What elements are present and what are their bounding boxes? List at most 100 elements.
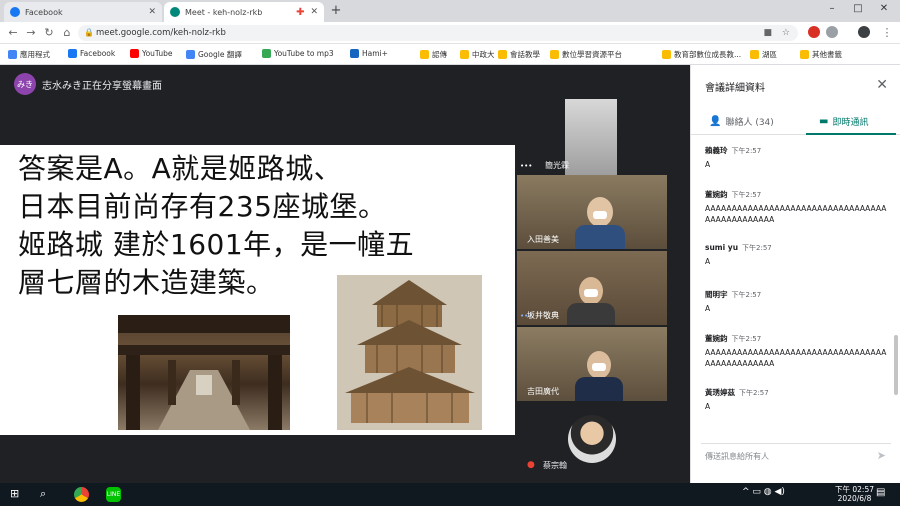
new-tab-button[interactable]: + xyxy=(328,3,344,19)
message-time: 下午2:57 xyxy=(742,244,772,252)
bookmark-item[interactable]: 會話教學 xyxy=(498,49,540,60)
back-icon[interactable]: ← xyxy=(6,26,20,39)
bookmark-label: 其他書籤 xyxy=(812,50,842,59)
message-time: 下午2:57 xyxy=(731,335,762,343)
message-text: AAAAAAAAAAAAAAAAAAAAAAAAAAAAAAAAAAAAAAAA… xyxy=(705,204,887,224)
sender-name: 董婉鈞 xyxy=(705,190,728,199)
minimize-button[interactable]: – xyxy=(822,3,842,14)
extension-icon[interactable] xyxy=(808,26,820,38)
tab-title: Meet - keh-nolz-rkb xyxy=(185,7,263,17)
bookmark-item[interactable]: Hami+ xyxy=(350,49,388,58)
bookmark-item[interactable]: YouTube xyxy=(130,49,173,58)
chat-message: 董婉鈞 下午2:57 AAAAAAAAAAAAAAAAAAAAAAAAAAAAAAA… xyxy=(705,189,890,225)
presenter-banner: みき 志水みき正在分享螢幕畫面 xyxy=(14,73,162,95)
url-text: meet.google.com/keh-nolz-rkb xyxy=(96,28,226,38)
sender: 賴義玲 下午2:57 xyxy=(705,145,890,156)
tab-chat[interactable]: ▬ 即時通訊 xyxy=(819,115,868,128)
bookmark-star-icon[interactable]: ☆ xyxy=(782,25,790,41)
line-app-icon[interactable]: LINE xyxy=(106,487,121,502)
divider xyxy=(701,443,891,444)
lock-icon: 🔒 xyxy=(84,28,94,37)
avatar: みき xyxy=(14,73,36,95)
participant-tile[interactable]: 入田善美 xyxy=(517,175,667,249)
facebook-icon xyxy=(10,7,20,17)
more-icon[interactable]: ••• xyxy=(520,162,532,170)
chat-message: 閻明宇 下午2:57 A xyxy=(705,289,890,314)
address-bar[interactable]: 🔒 meet.google.com/keh-nolz-rkb ■ ☆ xyxy=(78,25,798,41)
close-tab-icon[interactable]: ✕ xyxy=(310,7,318,17)
slide-line: 答案是A。A就是姬路城、 xyxy=(18,152,343,185)
close-window-button[interactable]: ✕ xyxy=(874,3,894,14)
scrollbar[interactable] xyxy=(894,335,898,395)
clock[interactable]: 下午 02:57 2020/6/8 xyxy=(835,485,874,503)
avatar[interactable] xyxy=(858,26,870,38)
bookmark-item[interactable]: 其他書籤 xyxy=(800,49,842,60)
bookmark-item[interactable]: 湖區 xyxy=(750,49,777,60)
bookmark-item[interactable]: Google 翻譯 xyxy=(186,49,242,60)
tray-icons[interactable]: ^ ▭ ◍ ◀) xyxy=(742,487,785,497)
clock-time: 下午 02:57 xyxy=(835,485,874,494)
participant-tile[interactable]: ••• 坂井敬典 xyxy=(517,251,667,325)
self-name: 蔡宗翰 xyxy=(543,461,567,470)
bookmark-item[interactable]: 教育部數位成長教... xyxy=(662,49,741,60)
bookmark-icon xyxy=(420,50,429,59)
send-icon[interactable]: ➤ xyxy=(877,449,886,462)
bookmark-item[interactable]: 數位學習資源平台 xyxy=(550,49,622,60)
bookmark-item[interactable]: 中政大 xyxy=(460,49,495,60)
sender-name: 賴義玲 xyxy=(705,146,728,155)
extension-icon[interactable] xyxy=(826,26,838,38)
bookmark-label: Hami+ xyxy=(362,49,388,58)
bookmark-icon xyxy=(662,50,671,59)
chat-icon: ▬ xyxy=(819,116,829,127)
bookmark-label: 中政大 xyxy=(472,50,495,59)
tab-meet[interactable]: Meet - keh-nolz-rkb ✚ ✕ xyxy=(164,2,324,22)
tab-facebook[interactable]: Facebook ✕ xyxy=(4,2,162,22)
participant-tile[interactable]: ••• 簡光霖 xyxy=(517,99,667,175)
castle-interior-photo xyxy=(118,315,290,430)
bookmark-icon xyxy=(750,50,759,59)
sender: 董婉鈞 下午2:57 xyxy=(705,189,890,200)
home-icon[interactable]: ⌂ xyxy=(60,26,74,39)
bookmark-label: 應用程式 xyxy=(20,50,50,59)
bookmark-item[interactable]: 應用程式 xyxy=(8,49,50,60)
message-time: 下午2:57 xyxy=(731,191,762,199)
bookmark-icon xyxy=(8,50,17,59)
search-icon[interactable]: ⌕ xyxy=(40,487,46,501)
bookmark-item[interactable]: 認傳 xyxy=(420,49,447,60)
chat-message: 黃琇婷茲 下午2:57 A xyxy=(705,387,890,412)
menu-icon[interactable]: ⋮ xyxy=(880,26,894,39)
bookmark-label: Facebook xyxy=(80,49,116,58)
bookmark-item[interactable]: YouTube to mp3 xyxy=(262,49,334,58)
sender: 董婉鈞 下午2:57 xyxy=(705,333,890,344)
bookmark-label: YouTube xyxy=(142,49,173,58)
windows-start-icon[interactable]: ⊞ xyxy=(10,487,19,500)
tab-people[interactable]: 👤 聯絡人 (34) xyxy=(709,115,774,128)
recording-icon: ✚ xyxy=(296,6,305,18)
bookmark-icon xyxy=(460,50,469,59)
bookmark-icon xyxy=(350,49,359,58)
sender-name: 董婉鈞 xyxy=(705,334,728,343)
close-tab-icon[interactable]: ✕ xyxy=(148,7,156,17)
message-text: A xyxy=(705,304,711,313)
maximize-button[interactable]: □ xyxy=(848,3,868,14)
bookmark-item[interactable]: Facebook xyxy=(68,49,115,58)
sender-name: 閻明宇 xyxy=(705,290,728,299)
tab-strip: Facebook ✕ Meet - keh-nolz-rkb ✚ ✕ + – □… xyxy=(0,0,900,22)
panel-tabs: 👤 聯絡人 (34) ▬ 即時通訊 xyxy=(691,107,900,135)
message-text: A xyxy=(705,402,711,411)
close-icon[interactable]: ✕ xyxy=(876,77,888,93)
camera-icon[interactable]: ■ xyxy=(763,25,772,41)
message-text: AAAAAAAAAAAAAAAAAAAAAAAAAAAAAAAAAAAAAAAA… xyxy=(705,348,887,368)
forward-icon[interactable]: → xyxy=(24,26,38,39)
tab-label: 即時通訊 xyxy=(832,118,869,128)
notification-icon[interactable]: ▤ xyxy=(876,487,885,498)
chrome-icon[interactable] xyxy=(74,487,89,502)
sender: sumi yu 下午2:57 xyxy=(705,243,890,253)
bookmark-label: 數位學習資源平台 xyxy=(562,50,622,59)
participant-tile[interactable]: 吉田廣代 xyxy=(517,327,667,401)
chat-input[interactable]: 傳送訊息給所有人 xyxy=(705,451,769,462)
sender: 閻明宇 下午2:57 xyxy=(705,289,890,300)
slide-line: 日本目前尚存有235座城堡。 xyxy=(18,190,387,223)
castle-model-photo xyxy=(337,275,482,430)
reload-icon[interactable]: ↻ xyxy=(42,26,56,39)
